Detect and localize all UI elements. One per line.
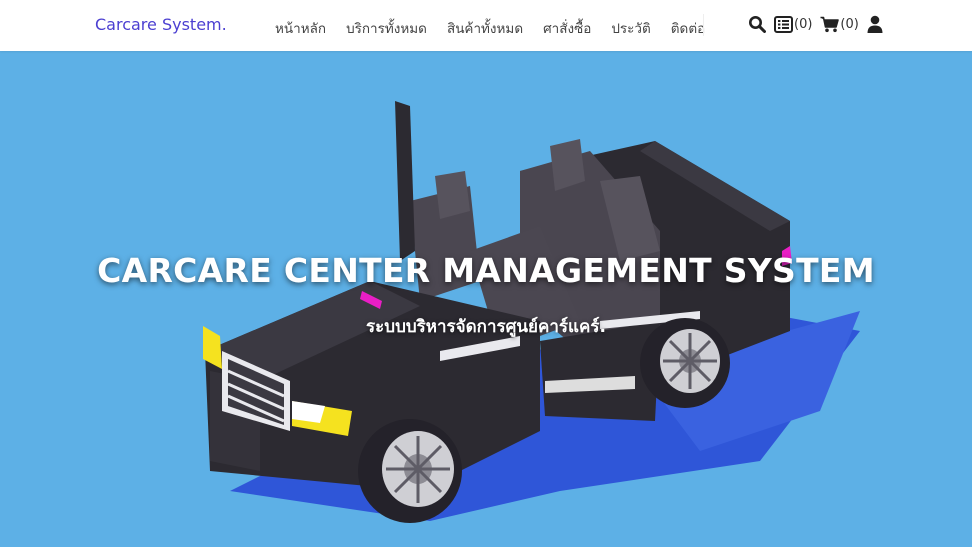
nav-link-products[interactable]: สินค้าทั้งหมด (447, 17, 523, 39)
nav-link-services[interactable]: บริการทั้งหมด (346, 17, 427, 39)
nav-divider (703, 14, 704, 36)
user-icon (867, 15, 883, 33)
hero-banner: CARCARE CENTER MANAGEMENT SYSTEM ระบบบริ… (0, 51, 972, 547)
search-icon (748, 15, 766, 33)
orders-button[interactable]: (0) (774, 15, 813, 33)
cart-button[interactable]: (0) (820, 16, 859, 33)
nav-icons: (0) (0) (748, 15, 891, 33)
user-button[interactable] (867, 15, 883, 33)
brand-logo-link[interactable]: Carcare System. (95, 15, 227, 34)
hero-title: CARCARE CENTER MANAGEMENT SYSTEM (97, 251, 875, 290)
nav-link-orders[interactable]: ศาสั่งซื้อ (543, 17, 591, 39)
nav-links: หน้าหลัก บริการทั้งหมด สินค้าทั้งหมด ศาส… (275, 17, 725, 39)
cart-count: (0) (840, 16, 859, 32)
nav-link-history[interactable]: ประวัติ (611, 17, 650, 39)
navbar: Carcare System. หน้าหลัก บริการทั้งหมด ส… (0, 0, 972, 51)
nav-link-home[interactable]: หน้าหลัก (275, 17, 326, 39)
list-icon (774, 15, 793, 33)
car-illustration (203, 101, 860, 523)
search-button[interactable] (748, 15, 766, 33)
cart-icon (820, 16, 840, 33)
nav-link-contact[interactable]: ติดต่อ (671, 17, 705, 39)
orders-count: (0) (794, 16, 813, 32)
hero-subtitle: ระบบบริหารจัดการศูนย์คาร์แคร์. (366, 317, 606, 337)
